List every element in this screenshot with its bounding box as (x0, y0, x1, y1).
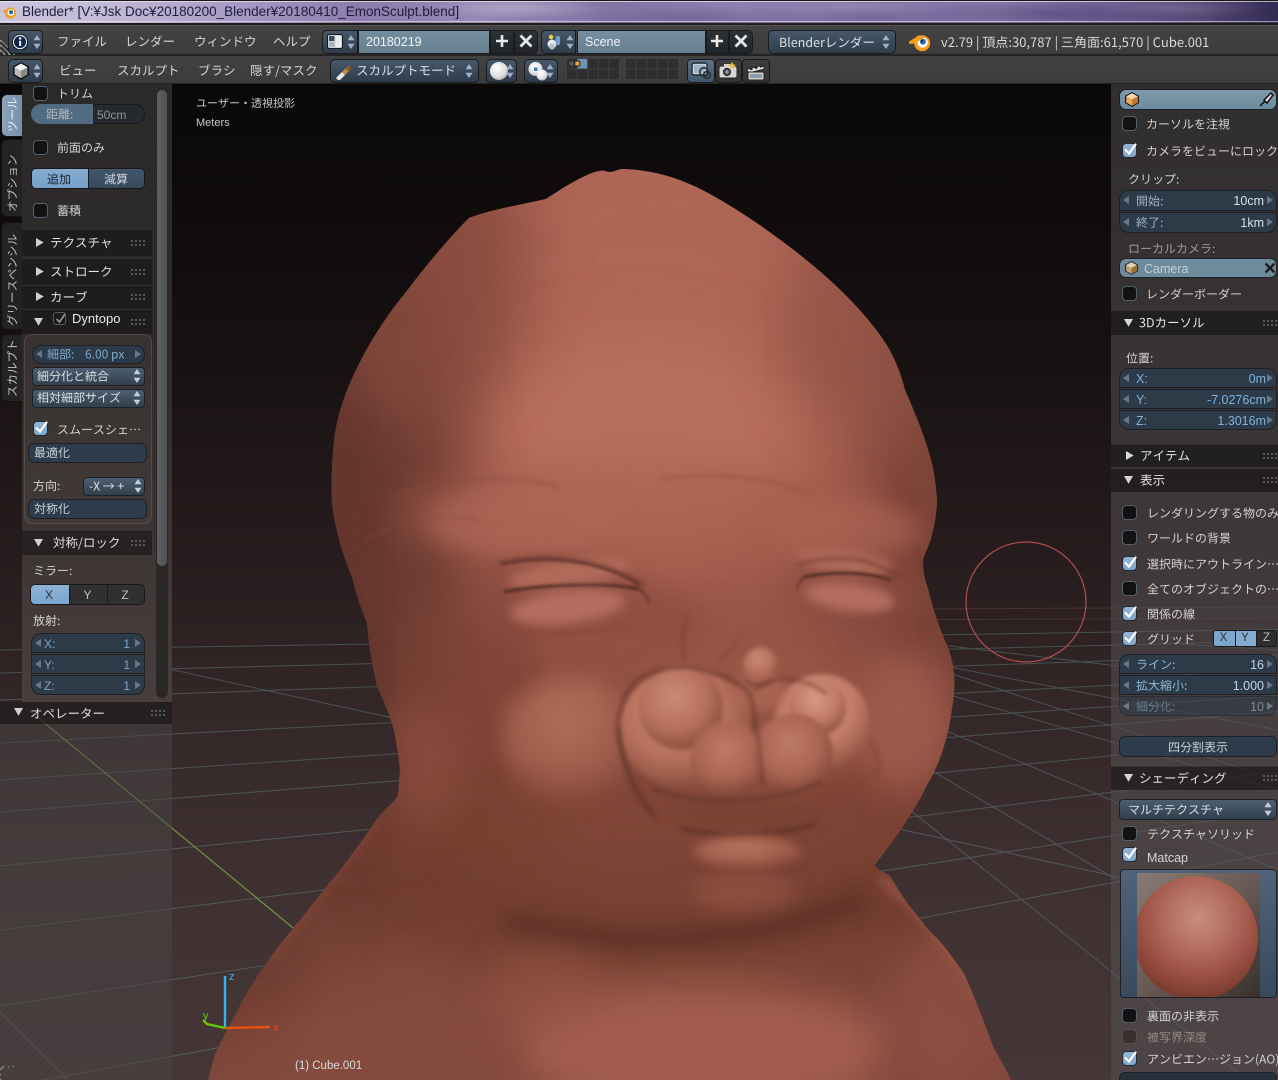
svg-text:y: y (203, 1010, 209, 1022)
svg-text:x: x (273, 1022, 279, 1034)
svg-text:z: z (229, 971, 235, 983)
